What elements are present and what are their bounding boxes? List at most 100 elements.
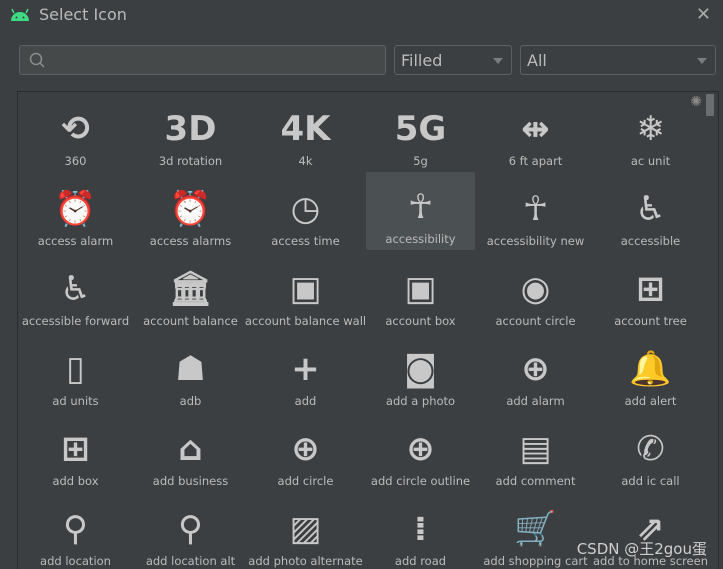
add-alert-icon: 🔔 [629,349,672,389]
icon-label: add location alt [145,554,236,568]
icon-grid: ⟲ 360 3D 3d rotation 4K 4k 5G 5g ⇹ 6 ft apart ❄ ac … [18,92,708,569]
icon-cell[interactable]: ⚲ add location alt [133,492,248,569]
360-icon: ⟲ [61,109,90,149]
icon-cell[interactable]: ☥ accessibility new [478,172,593,252]
6-ft-apart-icon: ⇹ [521,109,550,149]
add-business-icon: ⌂ [178,429,203,469]
ad-units-icon: ▯ [66,349,85,389]
icon-label: 3d rotation [158,154,223,168]
accessible-forward-icon: ♿ [60,269,91,309]
icon-label: add circle outline [370,474,471,488]
icon-cell[interactable]: ◷ access time [248,172,363,252]
window-title: Select Icon [39,5,127,24]
icon-label: account balance [143,314,238,328]
icon-label: accessible forward [21,314,130,328]
icon-cell[interactable]: ▯ ad units [18,332,133,412]
accessibility-icon: ☥ [407,187,434,227]
add-circle-outline-icon: ⊕ [406,429,435,469]
icon-label: adb [179,394,202,408]
icon-cell[interactable]: 🔔 add alert [593,332,708,412]
icon-cell[interactable]: ☥ accessibility [366,172,475,250]
add-location-icon: ⚲ [63,509,88,549]
icon-label: ac unit [630,154,671,168]
icon-cell[interactable]: ⏰ access alarm [18,172,133,252]
scrollbar-thumb[interactable] [706,94,714,116]
ac-unit-icon: ❄ [636,109,665,149]
icon-cell[interactable]: ⇹ 6 ft apart [478,92,593,172]
add-photo-alternate-icon: ▨ [289,509,322,549]
icon-cell[interactable]: ⌂ add business [133,412,248,492]
icon-cell[interactable]: ♿ accessible [593,172,708,252]
add-box-icon: ⊞ [61,429,90,469]
icon-label: add a photo [385,394,456,408]
account-balance-wall-icon: ▣ [289,269,322,309]
title-bar: Select Icon ✕ [0,0,723,30]
icon-cell[interactable]: 3D 3d rotation [133,92,248,172]
icon-cell[interactable]: ⏰ access alarms [133,172,248,252]
add-comment-icon: ▤ [519,429,552,469]
icon-label: 5g [413,154,428,168]
icon-label: ad units [52,394,99,408]
icon-label: accessibility new [486,234,585,248]
chevron-down-icon [493,58,503,64]
icon-cell[interactable]: ⊞ account tree [593,252,708,332]
add-road-icon: ⁞ [414,509,427,549]
5g-icon: 5G [394,109,447,149]
icon-cell[interactable]: ▨ add photo alternate [248,492,363,569]
add-icon: + [291,349,320,389]
icon-label: account balance wall [244,314,367,328]
account-tree-icon: ⊞ [636,269,665,309]
access-alarm-icon: ⏰ [54,189,97,229]
access-time-icon: ◷ [290,189,321,229]
icon-cell[interactable]: ▣ account box [363,252,478,332]
add-shopping-cart-icon: 🛒 [514,509,557,549]
category-select-value: All [527,51,547,70]
icon-label: add business [152,474,229,488]
icon-cell[interactable]: 5G 5g [363,92,478,172]
icon-label: add alarm [506,394,565,408]
icon-cell[interactable]: ▤ add comment [478,412,593,492]
icon-cell[interactable]: ⟲ 360 [18,92,133,172]
loading-spinner-icon: ✺ [690,94,702,110]
icon-label: add alert [624,394,677,408]
icon-grid-panel: ⟲ 360 3D 3d rotation 4K 4k 5G 5g ⇹ 6 ft apart ❄ ac … [17,91,719,569]
search-input[interactable] [19,45,386,75]
icon-cell[interactable]: ⁞ add road [363,492,478,569]
close-icon[interactable]: ✕ [696,4,711,25]
icon-cell[interactable]: ◙ add a photo [363,332,478,412]
icon-cell[interactable]: ⊞ add box [18,412,133,492]
category-select[interactable]: All [520,45,716,75]
icon-label: 4k [298,154,313,168]
icon-cell[interactable]: 🏛 account balance [133,252,248,332]
icon-label: account circle [495,314,576,328]
icon-cell[interactable]: ☗ adb [133,332,248,412]
icon-cell[interactable]: ⊕ add circle [248,412,363,492]
icon-cell[interactable]: ⚲ add location [18,492,133,569]
icon-label: access alarms [149,234,232,248]
icon-cell[interactable]: ▣ account balance wall [244,252,367,332]
search-icon [29,52,45,68]
icon-label: add ic call [621,474,680,488]
style-select[interactable]: Filled [394,45,512,75]
icon-cell[interactable]: ⊕ add alarm [478,332,593,412]
icon-label: access alarm [37,234,114,248]
icon-cell[interactable]: ✆ add ic call [593,412,708,492]
icon-label: access time [271,234,340,248]
android-logo-icon [11,8,29,21]
icon-label: account box [385,314,456,328]
icon-label: add shopping cart [483,554,588,568]
icon-label: add circle [277,474,334,488]
icon-cell[interactable]: ◉ account circle [478,252,593,332]
icon-cell[interactable]: 4K 4k [248,92,363,172]
icon-cell[interactable]: + add [248,332,363,412]
add-a-photo-icon: ◙ [404,349,437,389]
access-alarms-icon: ⏰ [169,189,212,229]
3d-rotation-icon: 3D [164,109,217,149]
accessible-icon: ♿ [635,189,666,229]
icon-label: account tree [614,314,687,328]
add-circle-icon: ⊕ [291,429,320,469]
watermark: CSDN @王2gou蛋 [576,540,707,558]
icon-cell[interactable]: ♿ accessible forward [18,252,133,332]
icon-cell[interactable]: ⊕ add circle outline [363,412,478,492]
add-alarm-icon: ⊕ [521,349,550,389]
